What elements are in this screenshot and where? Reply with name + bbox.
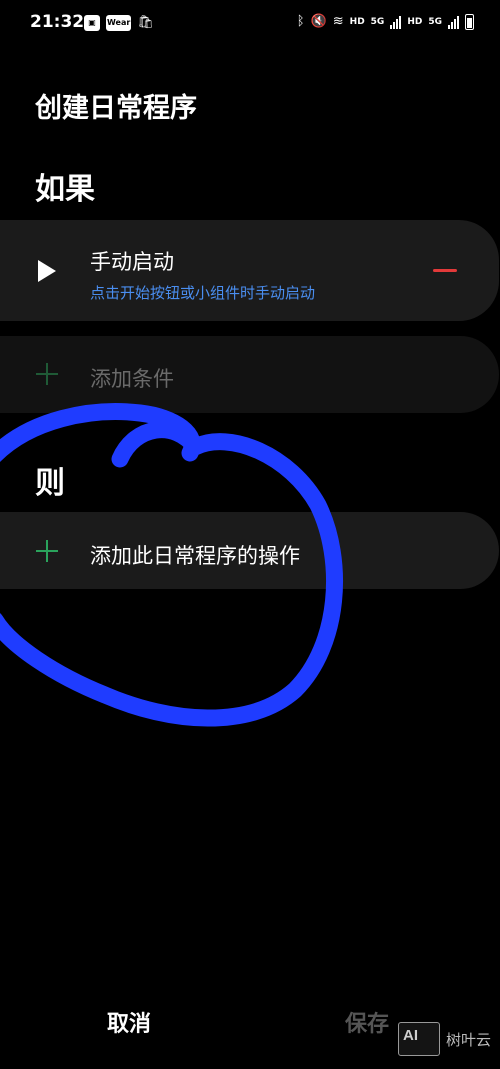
trigger-description: 点击开始按钮或小组件时手动启动 xyxy=(90,284,316,302)
network-label-2: 5G xyxy=(428,17,442,27)
image-icon: ▣ xyxy=(84,15,100,31)
mute-icon: 🔇 xyxy=(310,14,327,29)
battery-icon xyxy=(465,14,474,30)
shopping-bag-icon: 🛍 xyxy=(137,15,154,30)
trigger-card[interactable]: 手动启动 点击开始按钮或小组件时手动启动 xyxy=(0,220,499,321)
hd-label-2: HD xyxy=(407,17,423,27)
status-bar: 21:32 ▣ Wear 🛍 ᛒ 🔇 ≋ HD 5G HD 5G xyxy=(0,0,500,50)
watermark-logo-icon: AI xyxy=(398,1022,440,1056)
save-button[interactable]: 保存 xyxy=(345,1006,389,1038)
add-action-button[interactable]: 添加此日常程序的操作 xyxy=(0,512,499,589)
watermark: AI 树叶云 xyxy=(398,1020,494,1060)
wifi-icon: ≋ xyxy=(332,14,344,29)
play-icon xyxy=(38,260,56,282)
remove-icon[interactable] xyxy=(433,269,457,272)
status-right-icons: ᛒ 🔇 ≋ HD 5G HD 5G xyxy=(297,13,474,31)
add-condition-label: 添加条件 xyxy=(90,367,174,391)
plus-icon xyxy=(36,540,58,562)
watermark-text: 树叶云 xyxy=(446,1031,492,1049)
plus-icon xyxy=(36,363,58,385)
if-heading: 如果 xyxy=(35,172,95,207)
status-time: 21:32 xyxy=(30,12,85,32)
signal-icon xyxy=(390,15,402,29)
signal-icon-2 xyxy=(448,15,459,29)
then-heading: 则 xyxy=(35,466,65,501)
add-condition-button[interactable]: 添加条件 xyxy=(0,336,499,413)
bluetooth-icon: ᛒ xyxy=(296,14,305,29)
trigger-title: 手动启动 xyxy=(90,250,174,274)
add-action-label: 添加此日常程序的操作 xyxy=(90,544,300,568)
hd-label-1: HD xyxy=(349,17,365,27)
cancel-button[interactable]: 取消 xyxy=(107,1006,151,1038)
network-label-1: 5G xyxy=(370,17,385,27)
watermark-logo-text: AI xyxy=(403,1027,418,1044)
status-left-icons: ▣ Wear 🛍 xyxy=(84,14,154,32)
page-title: 创建日常程序 xyxy=(35,93,197,124)
wear-icon: Wear xyxy=(106,15,132,31)
